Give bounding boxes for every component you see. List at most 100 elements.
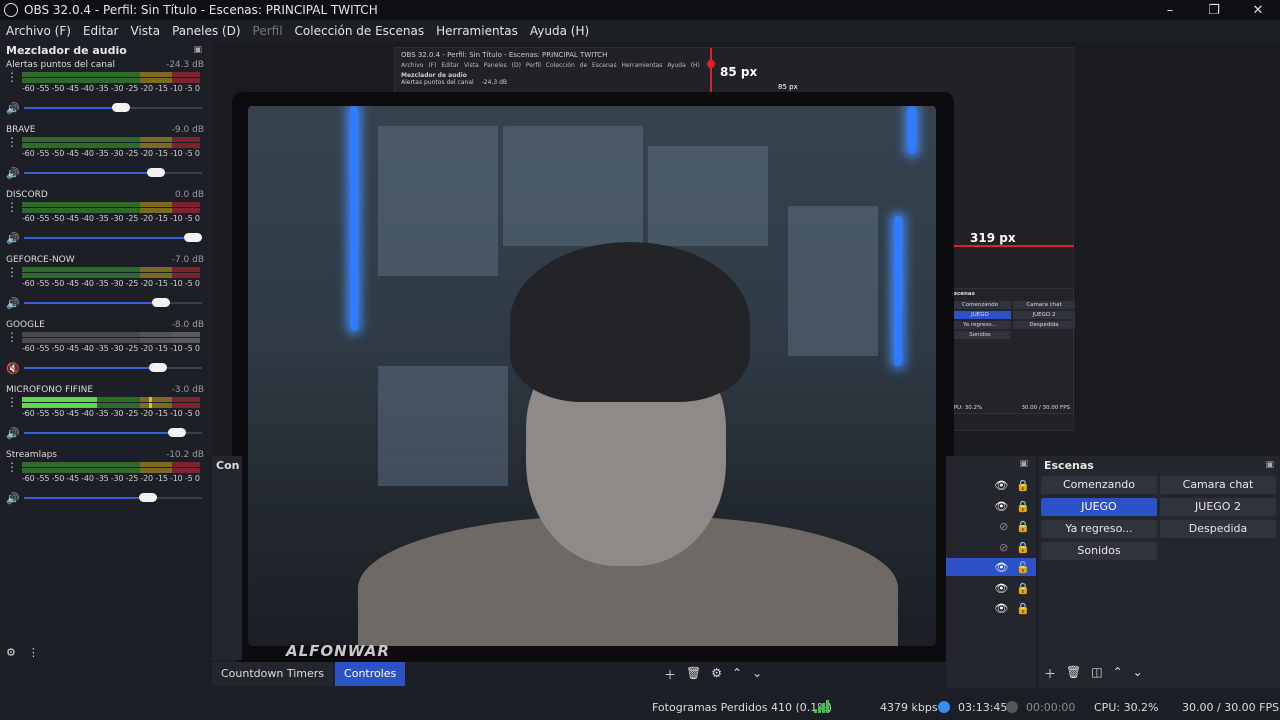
- wall-poster: [788, 206, 878, 356]
- neon-light-right-top: [908, 106, 916, 154]
- source-row[interactable]: 👁 🔒: [946, 579, 1036, 597]
- channel-menu-dots-icon[interactable]: ⋮: [6, 71, 22, 83]
- speaker-icon[interactable]: 🔊: [6, 167, 24, 180]
- volume-slider-handle[interactable]: [147, 168, 165, 177]
- source-row[interactable]: 👁 🔒: [946, 599, 1036, 617]
- menu-help[interactable]: Ayuda (H): [524, 24, 595, 38]
- volume-slider[interactable]: [24, 363, 202, 373]
- volume-meter: -60 -55 -50 -45 -40 -35 -30 -25 -20 -15 …: [22, 397, 200, 418]
- menu-scene-collection[interactable]: Colección de Escenas: [289, 24, 431, 38]
- lock-icon[interactable]: 🔒: [1016, 479, 1030, 492]
- nested-mixer-channel: Alertas puntos del canal: [401, 79, 474, 86]
- speaker-icon[interactable]: 🔊: [6, 297, 24, 310]
- scene-button[interactable]: Despedida: [1160, 520, 1276, 538]
- lock-icon[interactable]: 🔒: [1016, 500, 1030, 513]
- volume-slider[interactable]: [24, 428, 202, 438]
- menu-tools[interactable]: Herramientas: [430, 24, 524, 38]
- volume-slider-handle[interactable]: [152, 298, 170, 307]
- move-source-down-icon[interactable]: ⌄: [752, 666, 762, 683]
- meter-ticks: -60 -55 -50 -45 -40 -35 -30 -25 -20 -15 …: [22, 409, 200, 418]
- remove-scene-icon[interactable]: 🗑: [1066, 665, 1081, 682]
- lock-icon[interactable]: 🔒: [1016, 582, 1030, 595]
- speaker-icon[interactable]: 🔊: [6, 232, 24, 245]
- scene-button[interactable]: Comenzando: [1041, 476, 1157, 494]
- scene-filters-icon[interactable]: ◫: [1091, 665, 1102, 682]
- hidden-eye-icon[interactable]: ⊘: [999, 541, 1008, 554]
- menu-file[interactable]: Archivo (F): [0, 24, 77, 38]
- webcam-feed[interactable]: [248, 106, 936, 646]
- scene-button[interactable]: Camara chat: [1160, 476, 1276, 494]
- source-row[interactable]: ⊘ 🔒: [946, 538, 1036, 556]
- volume-meter: -60 -55 -50 -45 -40 -35 -30 -25 -20 -15 …: [22, 202, 200, 223]
- channel-menu-dots-icon[interactable]: ⋮: [6, 136, 22, 148]
- undock-icon[interactable]: ▣: [193, 45, 202, 55]
- visibility-eye-icon[interactable]: 👁: [994, 500, 1008, 513]
- channel-menu-dots-icon[interactable]: ⋮: [6, 396, 22, 408]
- menu-docks[interactable]: Paneles (D): [166, 24, 246, 38]
- channel-name: MICROFONO FIFINE: [6, 385, 94, 395]
- mixer-menu-dots-icon[interactable]: ⋮: [28, 646, 39, 659]
- hidden-eye-icon[interactable]: ⊘: [999, 520, 1008, 533]
- menu-view[interactable]: Vista: [124, 24, 166, 38]
- scene-button[interactable]: JUEGO: [1041, 498, 1157, 516]
- volume-slider[interactable]: [24, 493, 202, 503]
- scenes-undock-icon[interactable]: ▣: [1265, 460, 1274, 470]
- source-row[interactable]: ⊘ 🔒: [946, 517, 1036, 535]
- move-source-up-icon[interactable]: ⌃: [732, 666, 742, 683]
- scene-button[interactable]: Sonidos: [1041, 542, 1157, 560]
- scene-button[interactable]: JUEGO 2: [1160, 498, 1276, 516]
- menu-profile[interactable]: Perfil: [247, 24, 289, 38]
- nested-scenes-dock: Escenas Comenzando Camara chat JUEGO JUEGO …: [946, 288, 1075, 414]
- sources-undock-icon[interactable]: ▣: [1019, 459, 1028, 469]
- speaker-icon[interactable]: 🔊: [6, 492, 24, 505]
- tab-controles[interactable]: Controles: [335, 662, 406, 686]
- muted-speaker-icon[interactable]: 🔇: [6, 362, 24, 375]
- nested-scene-button: Comenzando: [949, 301, 1011, 309]
- volume-slider-handle[interactable]: [168, 428, 186, 437]
- volume-slider[interactable]: [24, 298, 202, 308]
- nested-mixer-db: -24.3 dB: [481, 79, 507, 86]
- channel-menu-dots-icon[interactable]: ⋮: [6, 201, 22, 213]
- guide-line-top: [710, 48, 712, 92]
- visibility-eye-icon[interactable]: 👁: [994, 561, 1008, 574]
- volume-slider[interactable]: [24, 168, 202, 178]
- source-settings-gear-icon[interactable]: ⚙: [711, 666, 722, 683]
- volume-slider[interactable]: [24, 233, 202, 243]
- unlock-icon[interactable]: 🔓: [1016, 561, 1030, 574]
- menu-edit[interactable]: Editar: [77, 24, 125, 38]
- volume-slider-handle[interactable]: [112, 103, 130, 112]
- source-row[interactable]: 👁 🔒: [946, 476, 1036, 494]
- source-row[interactable]: 👁 🔒: [946, 497, 1036, 515]
- remove-source-icon[interactable]: 🗑: [686, 666, 701, 683]
- close-button[interactable]: ✕: [1236, 0, 1280, 20]
- visibility-eye-icon[interactable]: 👁: [994, 479, 1008, 492]
- volume-slider-handle[interactable]: [149, 363, 167, 372]
- nested-scene-button: Despedida: [1013, 321, 1075, 329]
- lock-icon[interactable]: 🔒: [1016, 602, 1030, 615]
- volume-meter: -60 -55 -50 -45 -40 -35 -30 -25 -20 -15 …: [22, 137, 200, 158]
- guide-handle-top[interactable]: [707, 60, 715, 68]
- minimize-button[interactable]: –: [1148, 0, 1192, 20]
- scene-button[interactable]: Ya regreso...: [1041, 520, 1157, 538]
- channel-menu-dots-icon[interactable]: ⋮: [6, 461, 22, 473]
- visibility-eye-icon[interactable]: 👁: [994, 602, 1008, 615]
- speaker-icon[interactable]: 🔊: [6, 427, 24, 440]
- volume-slider-handle[interactable]: [139, 493, 157, 502]
- restore-button[interactable]: ❐: [1192, 0, 1236, 20]
- channel-menu-dots-icon[interactable]: ⋮: [6, 266, 22, 278]
- add-scene-icon[interactable]: ＋: [1044, 665, 1056, 682]
- visibility-eye-icon[interactable]: 👁: [994, 582, 1008, 595]
- lock-icon[interactable]: 🔒: [1016, 520, 1030, 533]
- tab-countdown-timers[interactable]: Countdown Timers: [212, 662, 334, 686]
- add-source-icon[interactable]: ＋: [664, 666, 676, 683]
- move-down-icon[interactable]: ⌄: [1133, 665, 1143, 682]
- advanced-audio-gear-icon[interactable]: ⚙: [6, 646, 16, 659]
- volume-slider-handle[interactable]: [184, 233, 202, 242]
- volume-slider[interactable]: [24, 103, 202, 113]
- source-row-selected[interactable]: 👁 🔓: [946, 558, 1036, 576]
- nested-scene-button: JUEGO: [949, 311, 1011, 319]
- speaker-icon[interactable]: 🔊: [6, 102, 24, 115]
- channel-menu-dots-icon[interactable]: ⋮: [6, 331, 22, 343]
- move-up-icon[interactable]: ⌃: [1113, 665, 1123, 682]
- lock-icon[interactable]: 🔒: [1016, 541, 1030, 554]
